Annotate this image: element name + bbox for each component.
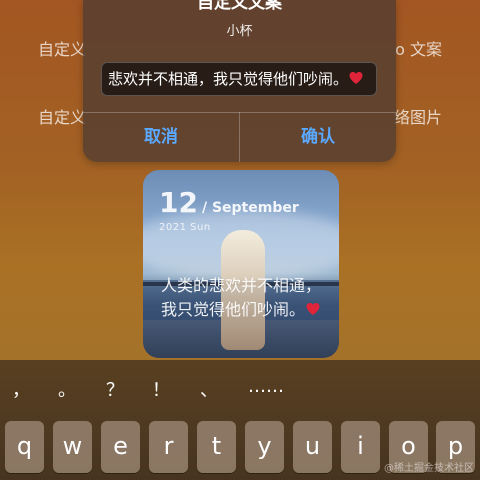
key-q[interactable]: q bbox=[5, 421, 44, 473]
option-left-label: 自定义 bbox=[38, 40, 87, 59]
punct-key-question[interactable]: ？ bbox=[106, 376, 124, 402]
widget-preview-card: 12/ September 2021 Sun 人类的悲欢并不相通，我只觉得他们吵… bbox=[143, 170, 339, 358]
heart-emoji-icon bbox=[305, 300, 321, 316]
punct-key-period[interactable]: 。 bbox=[58, 376, 76, 402]
punct-key-exclaim[interactable]: ！ bbox=[152, 376, 170, 402]
custom-text-input[interactable]: 悲欢并不相通，我只觉得他们吵闹。 bbox=[101, 62, 377, 96]
card-quote: 人类的悲欢并不相通，我只觉得他们吵闹。 bbox=[161, 274, 327, 322]
key-t[interactable]: t bbox=[197, 421, 236, 473]
custom-text-dialog: 自定义文案 小杯 悲欢并不相通，我只觉得他们吵闹。 取消 确认 bbox=[83, 0, 396, 162]
card-date: 12/ September bbox=[159, 186, 299, 219]
card-day: 12 bbox=[159, 186, 198, 219]
key-r[interactable]: r bbox=[149, 421, 188, 473]
punct-key-enum-comma[interactable]: 、 bbox=[200, 376, 218, 402]
key-y[interactable]: y bbox=[245, 421, 284, 473]
custom-text-input-value: 悲欢并不相通，我只觉得他们吵闹。 bbox=[108, 70, 349, 88]
dialog-subtitle: 小杯 bbox=[226, 24, 253, 39]
watermark: @稀土掘金技术社区 bbox=[384, 463, 474, 474]
key-e[interactable]: e bbox=[101, 421, 140, 473]
confirm-button[interactable]: 确认 bbox=[240, 112, 396, 162]
option-right-label: o 文案 bbox=[395, 40, 442, 59]
punctuation-row: ， 。 ？ ！ 、 …… bbox=[0, 376, 480, 408]
option-right-label: 络图片 bbox=[393, 108, 442, 127]
heart-emoji-icon bbox=[348, 65, 364, 84]
dialog-title: 自定义文案 bbox=[197, 0, 282, 13]
key-u[interactable]: u bbox=[293, 421, 332, 473]
key-w[interactable]: w bbox=[53, 421, 92, 473]
punct-key-comma[interactable]: ， bbox=[12, 376, 30, 402]
punct-key-ellipsis[interactable]: …… bbox=[248, 376, 284, 397]
key-i[interactable]: i bbox=[341, 421, 380, 473]
card-year-weekday: 2021 Sun bbox=[159, 222, 211, 233]
card-month: / September bbox=[201, 200, 299, 216]
option-left-label: 自定义 bbox=[38, 108, 87, 127]
card-quote-text: 人类的悲欢并不相通，我只觉得他们吵闹。 bbox=[161, 276, 322, 319]
cancel-button[interactable]: 取消 bbox=[83, 112, 239, 162]
keyboard: ， 。 ？ ！ 、 …… q w e r t y u i o p @稀土掘金技术… bbox=[0, 360, 480, 480]
